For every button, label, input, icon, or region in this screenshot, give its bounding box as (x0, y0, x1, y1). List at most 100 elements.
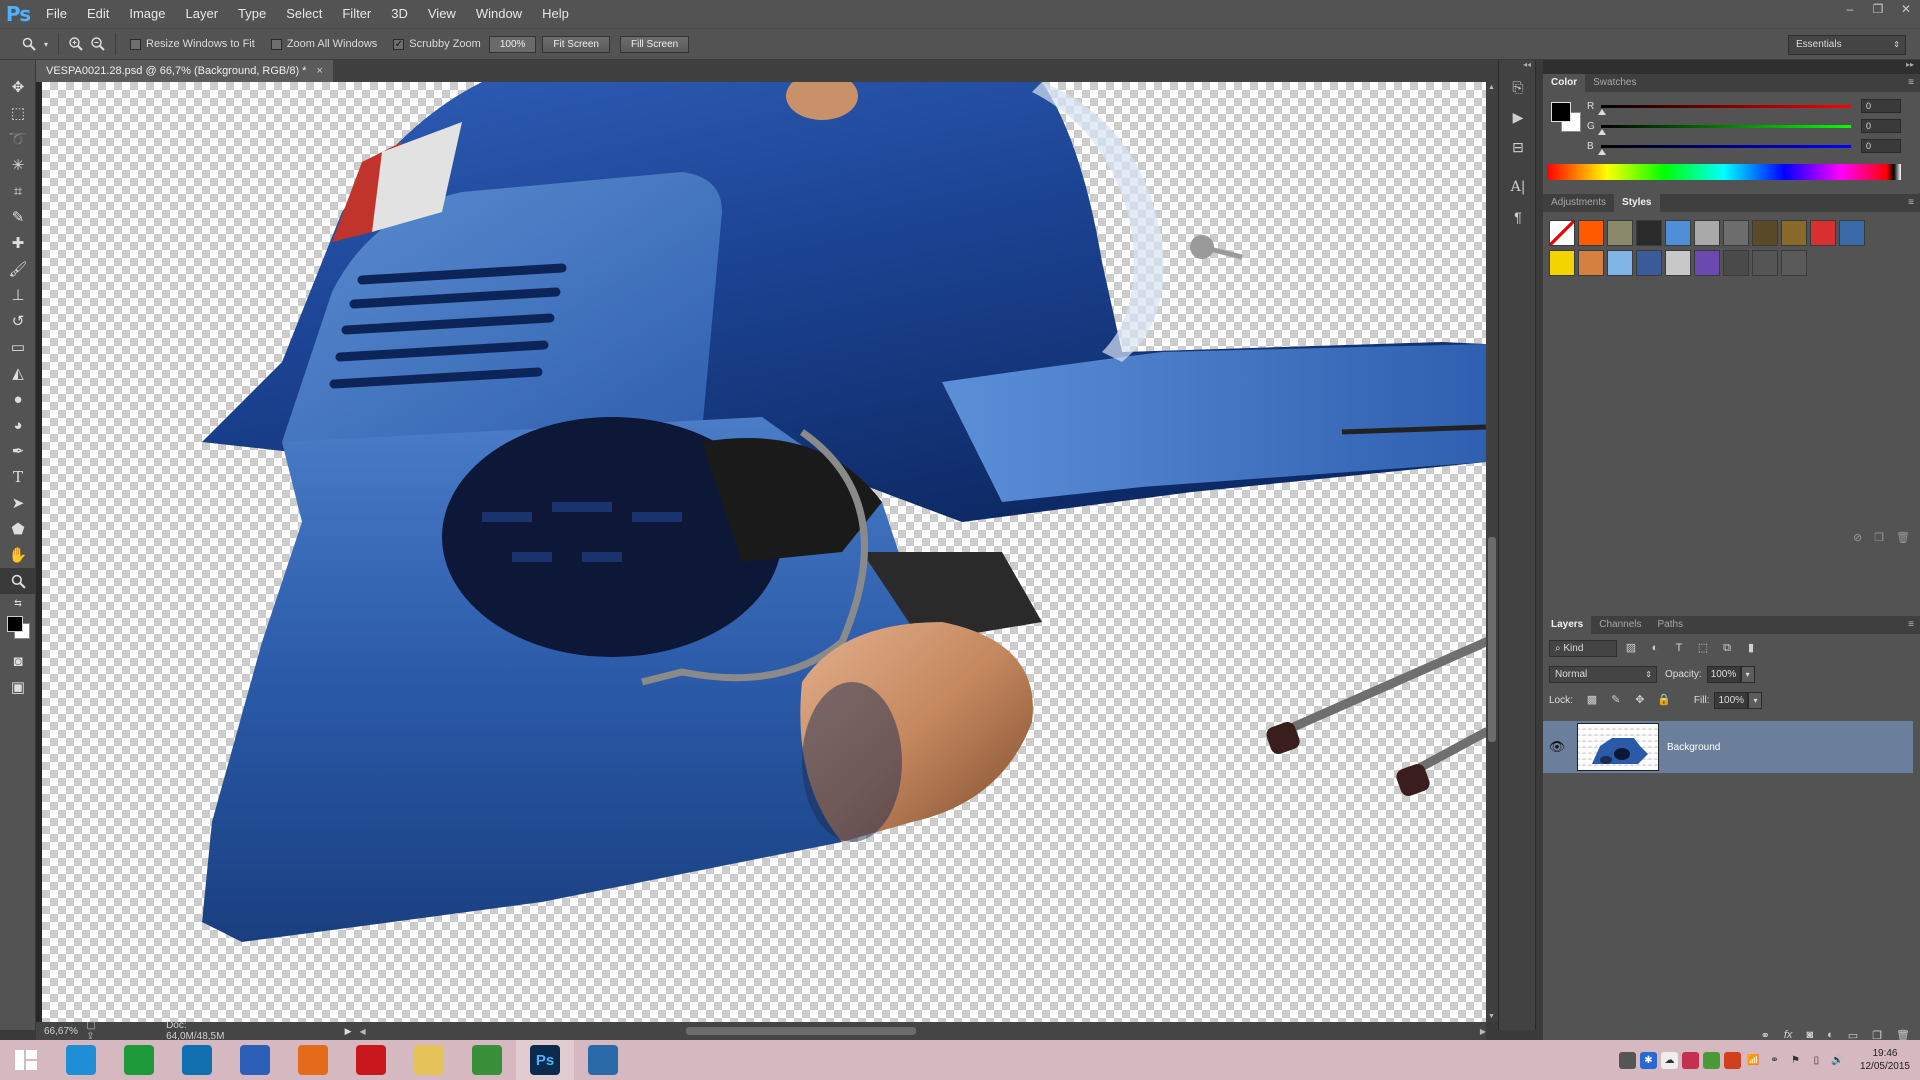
taskbar-safari[interactable] (226, 1040, 284, 1080)
slider-r[interactable]: R 0 (1587, 96, 1917, 116)
slider-r-value[interactable]: 0 (1861, 99, 1901, 113)
tray-app-icon[interactable] (1618, 1051, 1636, 1069)
paragraph-icon[interactable]: ¶ (1499, 202, 1537, 232)
lasso-icon[interactable]: ➰ (0, 126, 36, 152)
layer-filter-select[interactable]: ⌕ Kind (1549, 640, 1617, 657)
actions-play-icon[interactable]: ▶ (1499, 102, 1537, 132)
eye-icon[interactable]: 👁 (1543, 739, 1571, 755)
wifi-icon[interactable]: 📶 (1745, 1052, 1762, 1069)
new-style-icon[interactable]: ❐ (1874, 531, 1884, 544)
scrubby-zoom-checkbox[interactable]: ✓ Scrubby Zoom (393, 38, 481, 50)
bluetooth-icon[interactable]: ✱ (1639, 1051, 1657, 1069)
minimize-icon[interactable]: – (1836, 0, 1864, 20)
type-layer-filter-icon[interactable]: T (1669, 640, 1689, 657)
opacity-field[interactable]: 100% (1706, 666, 1741, 683)
collapse-icon[interactable]: ◂◂ (1499, 60, 1535, 72)
style-swatch[interactable] (1607, 250, 1633, 276)
blend-mode-select[interactable]: Normal ⇕ (1549, 666, 1657, 683)
shape-icon[interactable]: ⬟ (0, 516, 36, 542)
menu-window[interactable]: Window (466, 0, 532, 28)
fg-bg-swatches[interactable] (1551, 102, 1583, 134)
style-swatch[interactable] (1607, 220, 1633, 246)
zoom-out-icon[interactable] (87, 33, 109, 55)
checkbox-box[interactable] (270, 38, 282, 50)
horizontal-scrollbar[interactable] (366, 1025, 1480, 1037)
tab-swatches[interactable]: Swatches (1585, 74, 1644, 92)
healing-brush-icon[interactable]: ✚ (0, 230, 36, 256)
menu-file[interactable]: File (36, 0, 77, 28)
style-swatch[interactable] (1752, 220, 1778, 246)
tool-preset-dropdown-icon[interactable]: ▾ (40, 33, 52, 55)
slider-thumb[interactable] (1598, 108, 1606, 115)
menu-type[interactable]: Type (228, 0, 276, 28)
filter-toggle-icon[interactable]: ▮ (1741, 640, 1761, 657)
crop-icon[interactable]: ⌗ (0, 178, 36, 204)
style-swatch[interactable] (1694, 250, 1720, 276)
history-brush-icon[interactable]: ↺ (0, 308, 36, 334)
battery-icon[interactable]: ▯ (1808, 1052, 1825, 1069)
blur-icon[interactable]: ● (0, 386, 36, 412)
lock-position-icon[interactable]: ✥ (1630, 692, 1650, 709)
brush-icon[interactable]: 🖌 (0, 256, 36, 282)
style-swatch[interactable] (1636, 250, 1662, 276)
canvas-area[interactable] (36, 82, 1486, 1022)
slider-thumb[interactable] (1598, 148, 1606, 155)
clone-stamp-icon[interactable]: ⊥ (0, 282, 36, 308)
menu-filter[interactable]: Filter (332, 0, 381, 28)
path-selection-icon[interactable]: ➤ (0, 490, 36, 516)
tab-layers[interactable]: Layers (1543, 616, 1592, 634)
restore-icon[interactable]: ❐ (1864, 0, 1892, 20)
shape-layer-filter-icon[interactable]: ⬚ (1693, 640, 1713, 657)
tab-channels[interactable]: Channels (1591, 616, 1649, 634)
lock-transparent-icon[interactable]: ▩ (1582, 692, 1602, 709)
network-icon[interactable]: ⚭ (1766, 1052, 1783, 1069)
slider-thumb[interactable] (1598, 128, 1606, 135)
foreground-color[interactable] (7, 616, 23, 632)
tray-red-icon[interactable] (1681, 1051, 1699, 1069)
taskbar-briefcase[interactable] (168, 1040, 226, 1080)
history-icon[interactable]: ⎘ (1499, 72, 1537, 102)
dodge-icon[interactable]: ◕ (0, 412, 36, 438)
adjustment-layer-filter-icon[interactable]: ◐ (1645, 640, 1665, 657)
resize-windows-checkbox[interactable]: Resize Windows to Fit (130, 38, 255, 50)
style-swatch[interactable] (1694, 220, 1720, 246)
panel-menu-icon[interactable]: ≡ (1908, 77, 1914, 88)
taskbar-chrome[interactable] (458, 1040, 516, 1080)
tab-color[interactable]: Color (1543, 74, 1586, 92)
pen-icon[interactable]: ✒ (0, 438, 36, 464)
style-swatch[interactable] (1549, 220, 1575, 246)
tab-adjustments[interactable]: Adjustments (1543, 194, 1614, 212)
style-swatch[interactable] (1578, 220, 1604, 246)
screen-mode-icon[interactable]: ▣ (0, 674, 36, 700)
menu-3d[interactable]: 3D (381, 0, 418, 28)
flag-icon[interactable]: ⚑ (1787, 1052, 1804, 1069)
taskbar-photoshop[interactable]: Ps (516, 1040, 574, 1080)
style-swatch[interactable] (1723, 250, 1749, 276)
zoom-icon[interactable] (18, 33, 40, 55)
document-canvas[interactable] (42, 82, 1486, 1022)
menu-select[interactable]: Select (276, 0, 332, 28)
document-tab[interactable]: VESPA0021.28.psd @ 66,7% (Background, RG… (36, 60, 333, 82)
type-icon[interactable]: T (0, 464, 36, 490)
scrollbar-thumb[interactable] (685, 1027, 916, 1035)
status-menu-arrow-icon[interactable]: ▶ (345, 1026, 352, 1037)
fill-dropdown-icon[interactable]: ▾ (1748, 692, 1763, 709)
clock[interactable]: 19:46 12/05/2015 (1860, 1047, 1910, 1073)
smart-object-filter-icon[interactable]: ⧉ (1717, 640, 1737, 657)
slider-g-track[interactable] (1598, 124, 1851, 135)
style-swatch[interactable] (1665, 250, 1691, 276)
move-icon[interactable]: ✥ (0, 74, 36, 100)
scroll-right-icon[interactable]: ▶ (1480, 1027, 1486, 1036)
workspace-select[interactable]: Essentials ⇕ (1788, 35, 1906, 55)
delete-style-icon[interactable]: 🗑 (1896, 531, 1910, 544)
menu-view[interactable]: View (418, 0, 466, 28)
color-swatches[interactable] (0, 612, 36, 648)
lock-image-icon[interactable]: ✎ (1606, 692, 1626, 709)
slider-g-value[interactable]: 0 (1861, 119, 1901, 133)
start-button[interactable] (0, 1040, 52, 1080)
swap-colors-icon[interactable]: ⇆ (0, 594, 36, 612)
checkbox-box[interactable] (130, 38, 141, 50)
cloud-icon[interactable]: ☁ (1660, 1051, 1678, 1069)
style-swatch[interactable] (1839, 220, 1865, 246)
scroll-down-icon[interactable]: ▼ (1488, 1013, 1495, 1020)
